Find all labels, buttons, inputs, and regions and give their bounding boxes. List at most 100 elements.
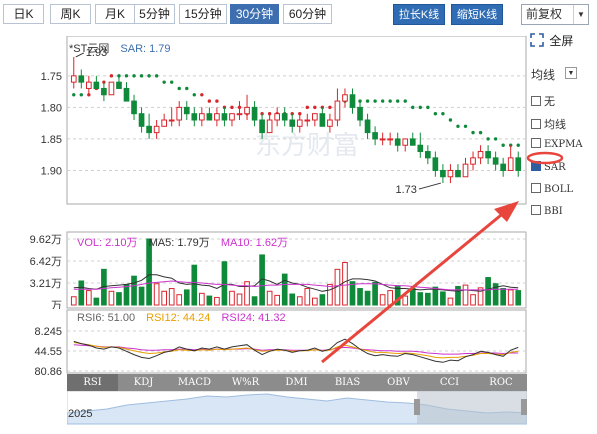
range-navigator[interactable] xyxy=(67,391,527,425)
candle[interactable] xyxy=(304,113,311,127)
candle[interactable] xyxy=(138,107,145,133)
tab-30min[interactable]: 30分钟 xyxy=(230,4,279,24)
candle[interactable] xyxy=(236,101,243,120)
candle[interactable] xyxy=(342,88,348,108)
candle[interactable] xyxy=(311,113,318,127)
candle[interactable] xyxy=(221,107,228,127)
candle[interactable] xyxy=(387,132,394,146)
candle[interactable] xyxy=(85,75,92,95)
volume-bar xyxy=(93,297,100,306)
candle[interactable] xyxy=(251,101,258,127)
candle[interactable] xyxy=(206,107,213,121)
candle-body xyxy=(515,157,522,171)
tab-month-k[interactable]: 月K xyxy=(95,4,135,24)
candle[interactable] xyxy=(507,145,514,171)
tab-dmi[interactable]: DMI xyxy=(271,374,322,391)
candle[interactable] xyxy=(266,113,273,134)
candle[interactable] xyxy=(349,88,356,114)
candle-body xyxy=(131,100,137,115)
candlestick-chart[interactable]: 东方财富 1.901.851.801.75 1.931.73 xyxy=(0,36,597,226)
tab-kdj[interactable]: KDJ xyxy=(118,374,169,391)
tab-15min[interactable]: 15分钟 xyxy=(179,4,227,24)
candle[interactable] xyxy=(477,145,484,165)
candle[interactable] xyxy=(500,157,507,177)
volume-bar xyxy=(402,295,409,306)
tab-obv[interactable]: OBV xyxy=(373,374,424,391)
volume-bar xyxy=(244,281,250,306)
volume-bar xyxy=(409,288,416,306)
navigator-right-handle[interactable] xyxy=(521,399,527,415)
y-tick-label: 万 xyxy=(51,300,62,309)
candle[interactable] xyxy=(101,82,107,102)
candle[interactable] xyxy=(424,145,431,165)
candle[interactable] xyxy=(470,151,476,171)
tab-rsi[interactable]: RSI xyxy=(67,374,118,391)
candle[interactable] xyxy=(281,107,288,127)
candle[interactable] xyxy=(116,75,122,89)
candle-body xyxy=(492,157,499,165)
candle-body xyxy=(221,113,228,121)
y-tick-label: 6.42万 xyxy=(30,256,62,268)
volume-bar xyxy=(462,284,469,306)
shrink-kline-button[interactable]: 缩短K线 xyxy=(451,4,503,25)
candle[interactable] xyxy=(198,107,205,127)
candle[interactable] xyxy=(417,132,424,158)
candle[interactable] xyxy=(161,113,168,127)
volume-bar xyxy=(424,292,431,306)
candle[interactable] xyxy=(153,120,160,139)
candle[interactable] xyxy=(319,107,326,127)
sar-dot xyxy=(403,99,407,103)
candle[interactable] xyxy=(70,56,77,89)
candle[interactable] xyxy=(191,107,198,127)
volume-bar xyxy=(379,294,386,306)
tab-cci[interactable]: CCI xyxy=(424,374,475,391)
candle[interactable] xyxy=(334,88,341,127)
tab-60min[interactable]: 60分钟 xyxy=(283,4,332,24)
tab-week-k[interactable]: 周K xyxy=(50,4,91,24)
tab-wr[interactable]: W%R xyxy=(220,374,271,391)
tab-day-k[interactable]: 日K xyxy=(3,4,44,24)
candle[interactable] xyxy=(108,81,115,96)
navigator-left-handle[interactable] xyxy=(414,399,420,415)
candle-body xyxy=(409,138,416,146)
sar-dot xyxy=(478,130,483,135)
tab-roc[interactable]: ROC xyxy=(475,374,527,391)
candle[interactable] xyxy=(364,113,371,139)
candle-body xyxy=(251,106,258,121)
tab-bias[interactable]: BIAS xyxy=(322,374,373,391)
sar-dot xyxy=(185,86,189,91)
candle[interactable] xyxy=(146,113,152,139)
candle[interactable] xyxy=(229,113,235,127)
candle[interactable] xyxy=(455,164,461,178)
candle[interactable] xyxy=(447,164,454,184)
candle[interactable] xyxy=(372,126,378,146)
candle[interactable] xyxy=(485,145,491,165)
navigator-selection[interactable] xyxy=(417,391,527,424)
candle[interactable] xyxy=(93,75,100,89)
candle[interactable] xyxy=(515,151,522,177)
sar-dot xyxy=(493,137,498,141)
candle[interactable] xyxy=(244,94,250,120)
candle[interactable] xyxy=(183,101,190,120)
candle[interactable] xyxy=(394,132,401,152)
candle[interactable] xyxy=(168,107,175,127)
candle[interactable] xyxy=(123,82,130,102)
candle[interactable] xyxy=(402,138,409,152)
tab-macd[interactable]: MACD xyxy=(169,374,220,391)
adjust-select[interactable]: 前复权 ▼ xyxy=(521,4,589,25)
stretch-kline-button[interactable]: 拉长K线 xyxy=(393,4,445,25)
candle[interactable] xyxy=(462,157,469,178)
candle[interactable] xyxy=(131,94,137,120)
candle[interactable] xyxy=(409,132,416,146)
candle[interactable] xyxy=(440,164,446,184)
ma5-value: MA5: 1.79万 xyxy=(148,237,210,249)
candle[interactable] xyxy=(432,151,439,177)
candle[interactable] xyxy=(379,132,386,146)
candle[interactable] xyxy=(176,101,183,127)
candle[interactable] xyxy=(78,69,85,89)
candle[interactable] xyxy=(492,151,499,171)
candle[interactable] xyxy=(214,107,220,127)
candle[interactable] xyxy=(274,107,281,127)
candle[interactable] xyxy=(357,101,363,127)
tab-5min[interactable]: 5分钟 xyxy=(134,4,175,24)
